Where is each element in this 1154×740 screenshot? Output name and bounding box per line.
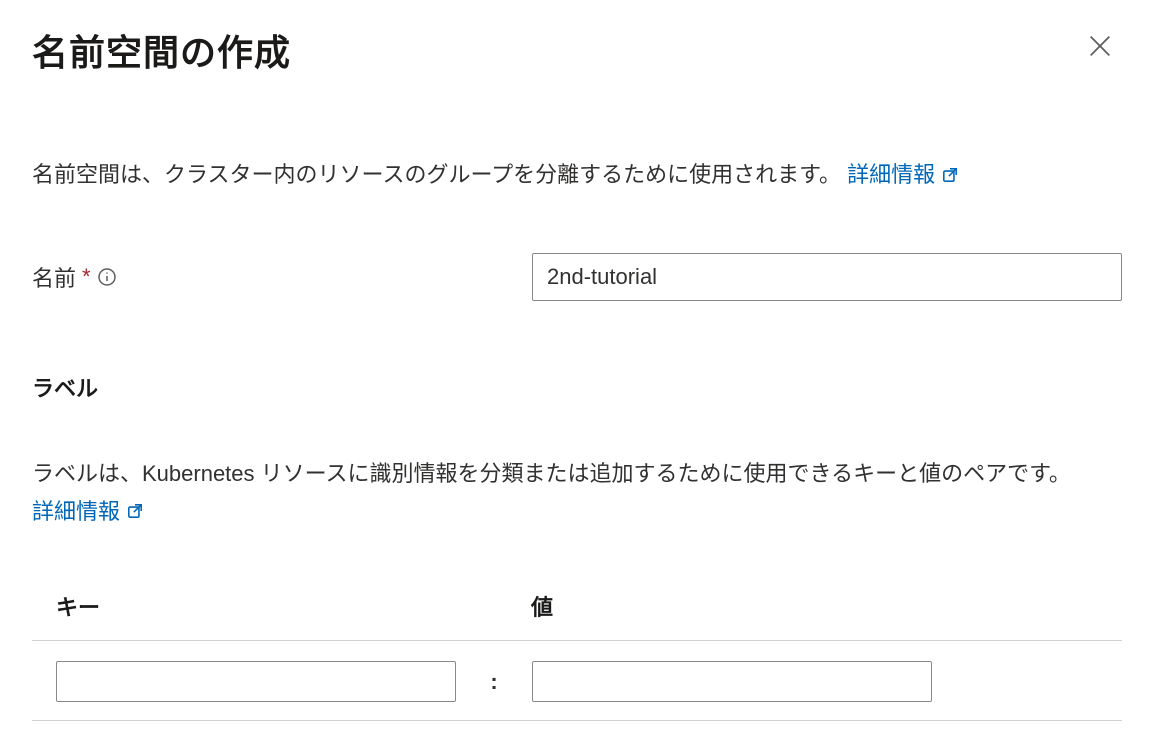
labels-learn-more-link[interactable]: 詳細情報 bbox=[32, 493, 144, 530]
labels-row: : bbox=[32, 661, 1122, 721]
page-title: 名前空間の作成 bbox=[32, 24, 291, 76]
close-button[interactable] bbox=[1078, 24, 1122, 71]
labels-table-header: キー 値 bbox=[32, 590, 1122, 641]
labels-description: ラベルは、Kubernetes リソースに識別情報を分類または追加するために使用… bbox=[32, 455, 1122, 530]
labels-heading: ラベル bbox=[32, 371, 1122, 403]
label-key-input[interactable] bbox=[56, 661, 456, 702]
name-label: 名前 bbox=[32, 261, 76, 293]
labels-table: キー 値 : bbox=[32, 590, 1122, 721]
namespace-description: 名前空間は、クラスター内のリソースのグループを分離するために使用されます。 詳細… bbox=[32, 156, 1122, 193]
labels-value-header: 値 bbox=[517, 590, 1122, 622]
name-input[interactable] bbox=[532, 253, 1122, 301]
labels-key-header: キー bbox=[32, 590, 517, 622]
labels-description-text: ラベルは、Kubernetes リソースに識別情報を分類または追加するために使用… bbox=[32, 461, 1071, 486]
label-value-input[interactable] bbox=[532, 661, 932, 702]
labels-learn-more-text: 詳細情報 bbox=[32, 493, 120, 530]
info-icon[interactable] bbox=[97, 267, 117, 287]
name-label-wrap: 名前 * bbox=[32, 261, 532, 293]
label-colon: : bbox=[474, 669, 514, 695]
external-link-icon bbox=[941, 166, 959, 184]
required-indicator: * bbox=[82, 264, 91, 290]
namespace-learn-more-link[interactable]: 詳細情報 bbox=[847, 156, 959, 193]
name-field-row: 名前 * bbox=[32, 253, 1122, 301]
header-row: 名前空間の作成 bbox=[32, 24, 1122, 76]
close-icon bbox=[1086, 32, 1114, 63]
external-link-icon bbox=[126, 502, 144, 520]
namespace-learn-more-text: 詳細情報 bbox=[847, 156, 935, 193]
namespace-description-text: 名前空間は、クラスター内のリソースのグループを分離するために使用されます。 bbox=[32, 162, 841, 187]
